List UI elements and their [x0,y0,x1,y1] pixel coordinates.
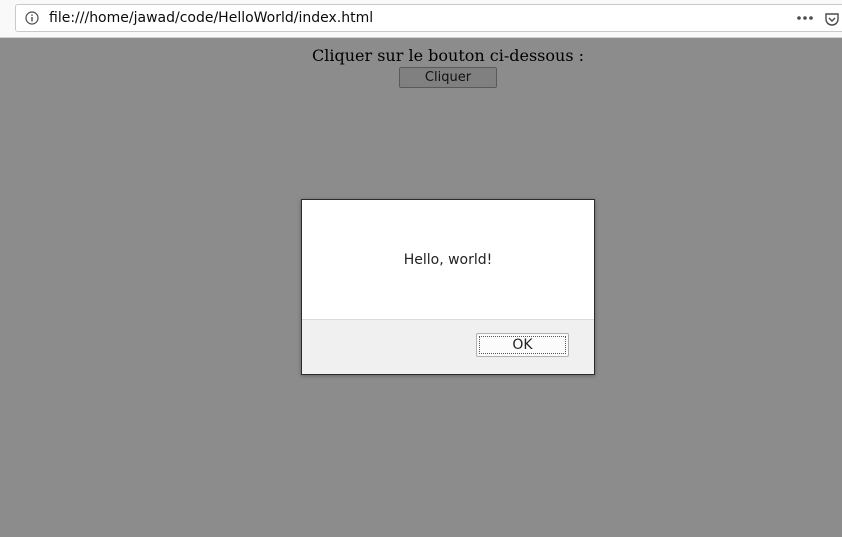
dialog-footer: OK [302,319,594,374]
url-bar[interactable]: file:///home/jawad/code/HelloWorld/index… [15,4,842,32]
ok-button-label: OK [479,336,566,354]
pocket-icon[interactable] [824,11,840,27]
dialog-body: Hello, world! [302,200,594,319]
ok-button[interactable]: OK [476,333,569,357]
dialog-message: Hello, world! [403,251,493,268]
alert-dialog: Hello, world! OK [301,199,595,375]
more-options-icon[interactable] [796,12,814,24]
url-text[interactable]: file:///home/jawad/code/HelloWorld/index… [49,10,373,26]
info-icon[interactable] [25,11,39,25]
browser-toolbar: file:///home/jawad/code/HelloWorld/index… [0,0,842,38]
